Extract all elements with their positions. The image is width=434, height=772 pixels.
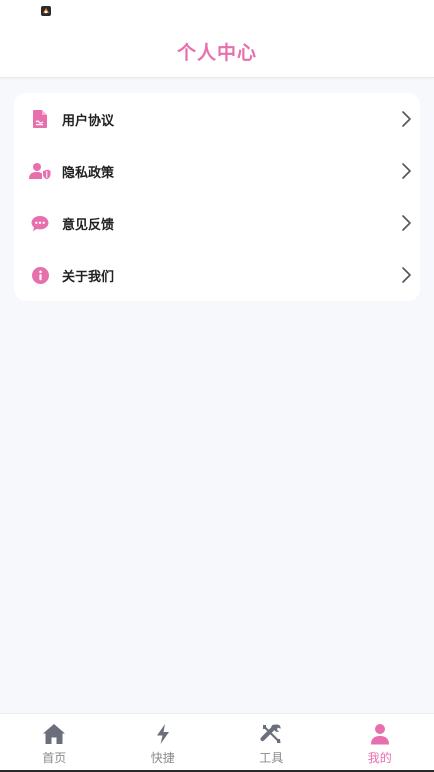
menu-item-user-agreement[interactable]: 用户协议 [14,93,420,145]
bottom-nav: 首页 快捷 工具 我的 [0,713,434,772]
header: 个人中心 [0,0,434,78]
nav-item-shortcuts[interactable]: 快捷 [109,714,218,772]
user-icon [370,724,389,745]
chevron-right-icon [402,215,411,231]
chevron-right-icon [402,267,411,283]
nav-label: 工具 [259,751,284,765]
nav-item-home[interactable]: 首页 [0,714,109,772]
nav-item-mine[interactable]: 我的 [326,714,434,772]
nav-label: 首页 [42,751,67,765]
home-icon [43,724,66,744]
nav-item-tools[interactable]: 工具 [217,714,326,772]
menu-item-feedback[interactable]: 意见反馈 [14,197,420,249]
nav-label: 我的 [367,751,392,765]
app-root: 个人中心 用户协议 隐私政策 意见反馈 关于我们 首页 快捷 工具 我的 [0,0,434,772]
user-shield-icon [29,161,51,181]
menu-item-label: 隐私政策 [62,166,115,181]
menu-card: 用户协议 隐私政策 意见反馈 关于我们 [14,93,420,301]
nav-label: 快捷 [150,751,175,765]
menu-item-label: 用户协议 [62,114,115,129]
chevron-right-icon [402,163,411,179]
bolt-icon [156,724,169,744]
menu-item-about-us[interactable]: 关于我们 [14,249,420,301]
tools-icon [260,724,281,743]
page-title: 个人中心 [176,42,257,64]
chat-bubble-icon [29,213,51,233]
document-icon [29,109,51,129]
menu-item-label: 关于我们 [62,270,115,285]
menu-item-privacy-policy[interactable]: 隐私政策 [14,145,420,197]
info-icon [29,265,51,285]
chevron-right-icon [402,111,411,127]
menu-item-label: 意见反馈 [62,218,115,233]
app-notification-icon [41,6,51,16]
